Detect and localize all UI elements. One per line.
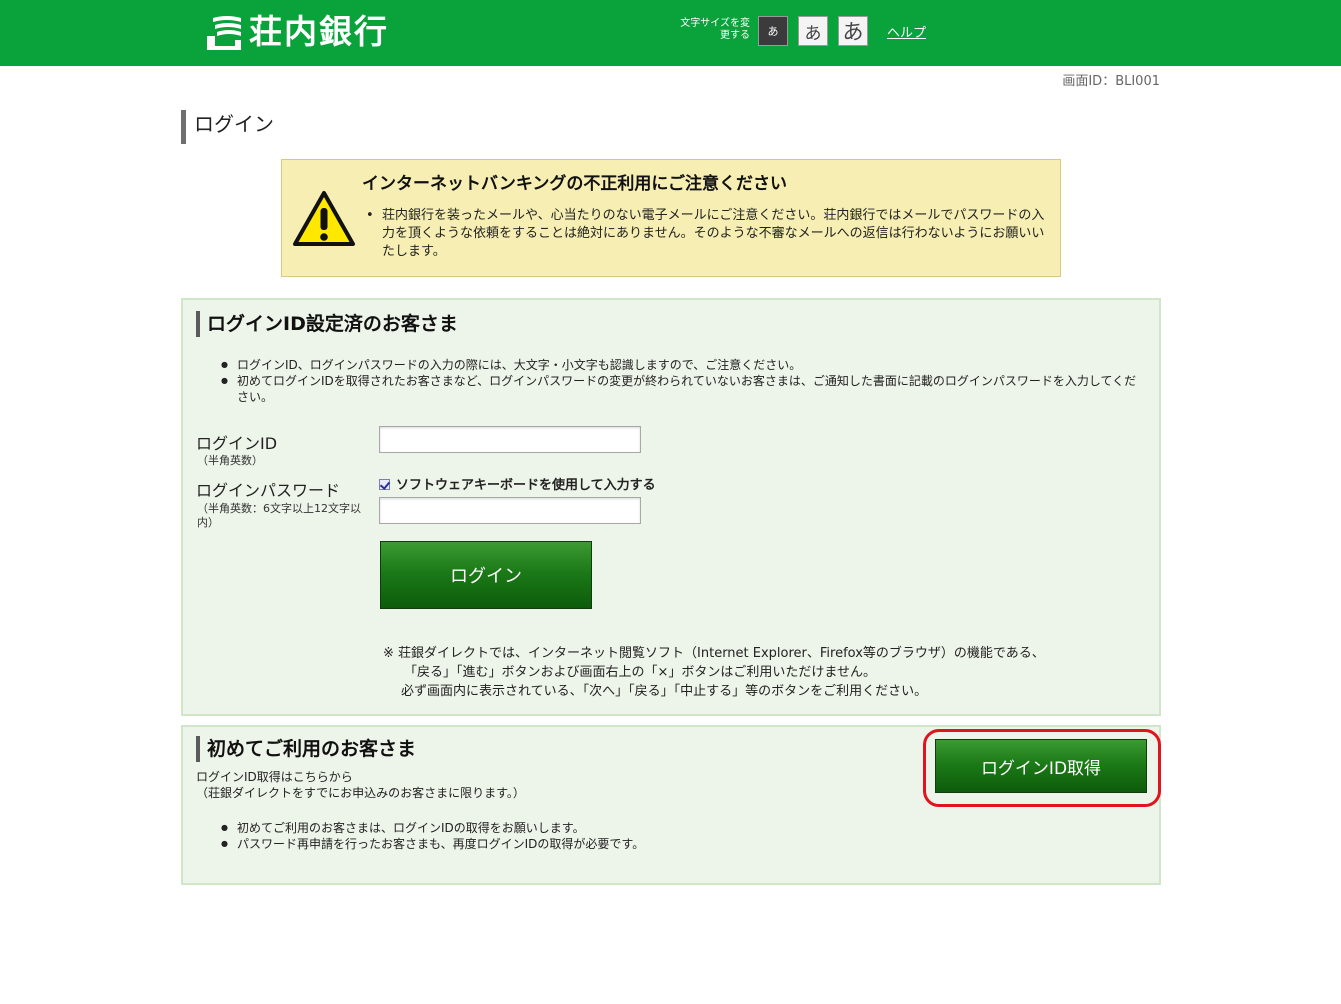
warning-body: • 荘内銀行を装ったメールや、心当たりのない電子メールにご注意ください。荘内銀行… <box>366 207 1046 261</box>
warning-title: インターネットバンキングの不正利用にご注意ください <box>362 174 787 194</box>
get-login-id-button[interactable]: ログインID取得 <box>935 739 1147 793</box>
description-line: ログインID取得はこちらから <box>196 770 353 784</box>
warning-text: 荘内銀行を装ったメールや、心当たりのない電子メールにご注意ください。荘内銀行では… <box>382 208 1045 259</box>
list-item: 初めてログインIDを取得されたお客さまなど、ログインパスワードの変更が終わられて… <box>221 373 1141 405</box>
warning-icon <box>292 190 356 248</box>
login-section-title: ログインID設定済のお客さま <box>196 311 458 337</box>
password-input[interactable] <box>379 497 641 524</box>
first-time-notes: 初めてご利用のお客さまは、ログインIDの取得をお願いします。 パスワード再申請を… <box>221 820 921 852</box>
browser-note-line: ※ 荘銀ダイレクトでは、インターネット閲覧ソフト（Internet Explor… <box>383 646 1045 661</box>
list-item: 初めてご利用のお客さまは、ログインIDの取得をお願いします。 <box>221 820 921 836</box>
login-id-label: ログインID <box>196 434 278 453</box>
login-notes: ログインID、ログインパスワードの入力の際には、大文字・小文字も認識しますので、… <box>221 357 1141 405</box>
login-id-input[interactable] <box>379 426 641 453</box>
font-size-medium-button[interactable]: あ <box>798 16 828 46</box>
bank-logo-icon <box>205 12 243 52</box>
help-link[interactable]: ヘルプ <box>887 22 926 41</box>
font-size-label: 文字サイズを変更する <box>680 18 750 41</box>
first-time-section-title: 初めてご利用のお客さま <box>196 736 416 762</box>
page-title: ログイン <box>181 110 274 144</box>
login-button[interactable]: ログイン <box>380 541 592 609</box>
font-size-large-button[interactable]: あ <box>838 16 868 46</box>
browser-note: ※ 荘銀ダイレクトでは、インターネット閲覧ソフト（Internet Explor… <box>383 644 1045 701</box>
bank-name: 荘内銀行 <box>249 12 389 51</box>
description-line: （荘銀ダイレクトをすでにお申込みのお客さまに限ります。） <box>196 786 525 800</box>
password-hint: （半角英数：6文字以上12文字以内） <box>197 502 361 529</box>
browser-note-line: 必ず画面内に表示されている、「次へ」「戻る」「中止する」等のボタンをご利用くださ… <box>401 684 928 699</box>
list-item: パスワード再申請を行ったお客さまも、再度ログインIDの取得が必要です。 <box>221 836 921 852</box>
header-bar: 荘内銀行 文字サイズを変更する あ あ あ ヘルプ <box>0 0 1341 66</box>
fraud-warning-box: インターネットバンキングの不正利用にご注意ください • 荘内銀行を装ったメールや… <box>281 159 1061 277</box>
screen-id: 画面ID：BLI001 <box>1062 74 1160 89</box>
password-label: ログインパスワード <box>196 481 341 500</box>
first-time-description: ログインID取得はこちらから （荘銀ダイレクトをすでにお申込みのお客さまに限りま… <box>196 769 525 801</box>
bank-logo[interactable]: 荘内銀行 <box>205 12 389 52</box>
first-time-section: 初めてご利用のお客さま ログインID取得はこちらから （荘銀ダイレクトをすでにお… <box>181 725 1161 885</box>
list-item: ログインID、ログインパスワードの入力の際には、大文字・小文字も認識しますので、… <box>221 357 1141 373</box>
login-section: ログインID設定済のお客さま ログインID、ログインパスワードの入力の際には、大… <box>181 298 1161 716</box>
software-keyboard-checkbox[interactable] <box>379 479 390 490</box>
font-size-small-button[interactable]: あ <box>758 16 788 46</box>
browser-note-line: 「戻る」「進む」ボタンおよび画面右上の「×」ボタンはご利用いただけません。 <box>404 665 877 680</box>
software-keyboard-label[interactable]: ソフトウェアキーボードを使用して入力する <box>396 474 656 493</box>
bullet-icon: • <box>366 208 374 223</box>
login-id-hint: （半角英数） <box>197 454 263 467</box>
